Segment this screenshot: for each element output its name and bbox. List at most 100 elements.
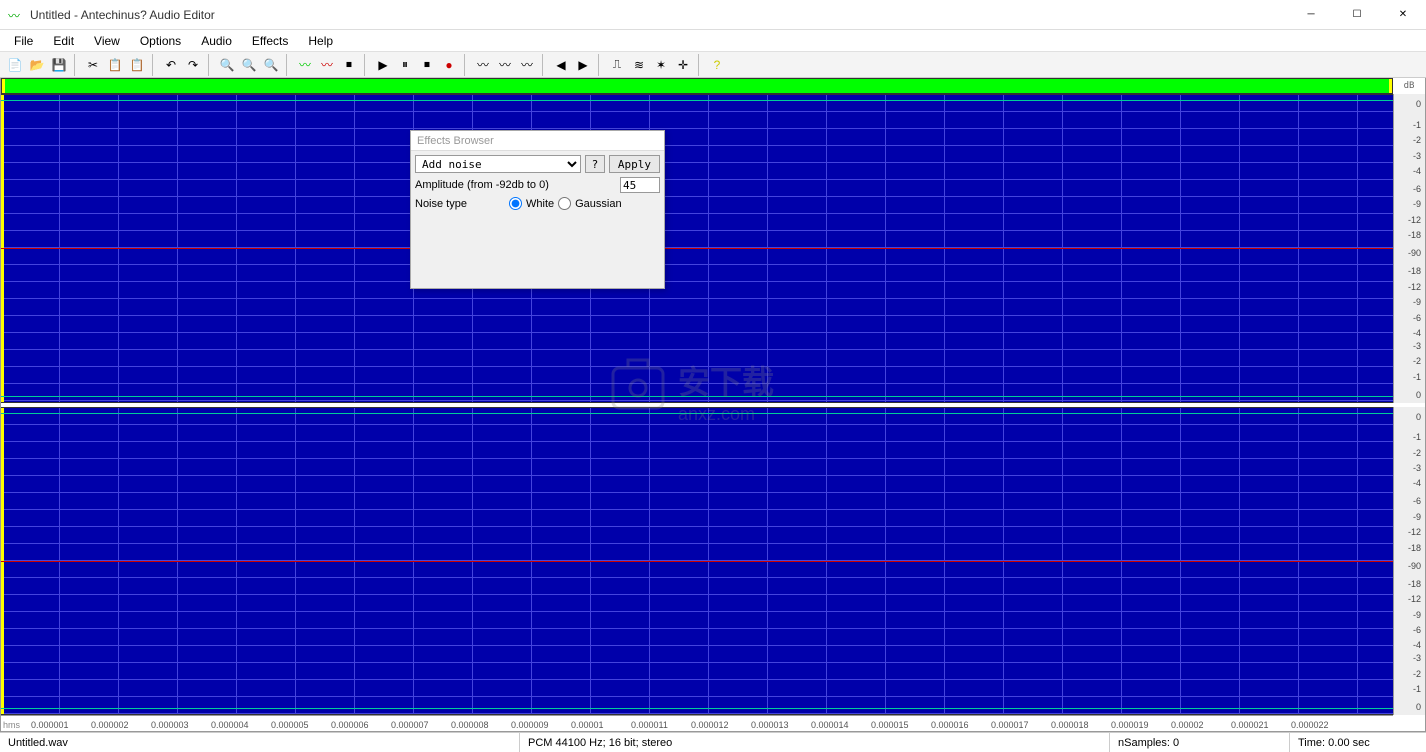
db-tick: -3 xyxy=(1413,463,1421,473)
db-tick: -18 xyxy=(1408,266,1421,276)
status-time: Time: 0.00 sec xyxy=(1290,733,1426,752)
menu-view[interactable]: View xyxy=(84,32,130,50)
fx3-icon[interactable]: 〰 xyxy=(516,54,538,76)
db-tick: -4 xyxy=(1413,478,1421,488)
db-tick: -2 xyxy=(1413,448,1421,458)
window-title: Untitled - Antechinus? Audio Editor xyxy=(30,8,1288,22)
pause-icon[interactable]: ⏸ xyxy=(394,54,416,76)
effects-dialog-body: Add noise ? Apply Amplitude (from -92db … xyxy=(411,151,664,288)
noise-gaussian-radio[interactable] xyxy=(558,197,571,210)
zoom-out-icon[interactable]: 🔍 xyxy=(238,54,260,76)
fx1-icon[interactable]: 〰 xyxy=(472,54,494,76)
time-tick: 0.000009 xyxy=(511,720,549,730)
time-tick: 0.000003 xyxy=(151,720,189,730)
db-tick: -1 xyxy=(1413,120,1421,130)
menu-file[interactable]: File xyxy=(4,32,43,50)
maximize-button[interactable]: ☐ xyxy=(1334,0,1380,29)
toolbar-separator xyxy=(598,54,604,76)
workspace: dB 0-1-2-3-4-6-9-12-18-90-18-12-9-6-4-3-… xyxy=(0,78,1426,732)
stop2-icon[interactable]: ⏹ xyxy=(338,54,360,76)
channel-right[interactable] xyxy=(1,407,1393,716)
toolbar-separator xyxy=(286,54,292,76)
zoom-fit-icon[interactable]: 🔍 xyxy=(260,54,282,76)
time-tick: 0.000014 xyxy=(811,720,849,730)
toolbar-separator xyxy=(152,54,158,76)
db-tick: -12 xyxy=(1408,215,1421,225)
status-format: PCM 44100 Hz; 16 bit; stereo xyxy=(520,733,1110,752)
close-button[interactable]: ✕ xyxy=(1380,0,1426,29)
minimize-button[interactable]: ─ xyxy=(1288,0,1334,29)
menu-help[interactable]: Help xyxy=(298,32,343,50)
db-tick: -4 xyxy=(1413,166,1421,176)
undo-icon[interactable]: ↶ xyxy=(160,54,182,76)
marker-icon[interactable]: ✛ xyxy=(672,54,694,76)
db-tick: -3 xyxy=(1413,151,1421,161)
time-axis[interactable]: hms 0.0000010.0000020.0000030.0000040.00… xyxy=(1,715,1393,731)
time-tick: 0.000005 xyxy=(271,720,309,730)
new-icon[interactable]: 📄 xyxy=(4,54,26,76)
statusbar: Untitled.wav PCM 44100 Hz; 16 bit; stere… xyxy=(0,732,1426,752)
db-tick: -1 xyxy=(1413,372,1421,382)
effect-help-button[interactable]: ? xyxy=(585,155,605,173)
db-scale: 0-1-2-3-4-6-9-12-18-90-18-12-9-6-4-3-2-1… xyxy=(1393,94,1425,715)
toolbar-separator xyxy=(208,54,214,76)
db-tick: -9 xyxy=(1413,610,1421,620)
play-icon[interactable]: ▶ xyxy=(372,54,394,76)
db-tick: -90 xyxy=(1408,561,1421,571)
stop-icon[interactable]: ⏹ xyxy=(416,54,438,76)
fade-out-icon[interactable]: ▶ xyxy=(572,54,594,76)
noise-type-label: Noise type xyxy=(415,198,505,210)
effect-select[interactable]: Add noise xyxy=(415,155,581,173)
effect-apply-button[interactable]: Apply xyxy=(609,155,660,173)
filter-icon[interactable]: ≋ xyxy=(628,54,650,76)
time-tick: 0.000022 xyxy=(1291,720,1329,730)
db-tick: -6 xyxy=(1413,496,1421,506)
effects-dialog-title[interactable]: Effects Browser xyxy=(411,131,664,151)
menu-options[interactable]: Options xyxy=(130,32,191,50)
fx2-icon[interactable]: 〰 xyxy=(494,54,516,76)
db-tick: 0 xyxy=(1416,390,1421,400)
zero-line xyxy=(1,100,1393,101)
zoom-in-icon[interactable]: 🔍 xyxy=(216,54,238,76)
time-tick: 0.000002 xyxy=(91,720,129,730)
help-icon[interactable]: ? xyxy=(706,54,728,76)
effects-browser-dialog[interactable]: Effects Browser Add noise ? Apply Amplit… xyxy=(410,130,665,289)
time-tick: 0.000013 xyxy=(751,720,789,730)
time-tick: 0.000012 xyxy=(691,720,729,730)
channel-left[interactable] xyxy=(1,94,1393,403)
copy-icon[interactable]: 📋 xyxy=(104,54,126,76)
wave-red-icon[interactable]: 〰 xyxy=(316,54,338,76)
db-tick: -3 xyxy=(1413,341,1421,351)
redo-icon[interactable]: ↷ xyxy=(182,54,204,76)
center-line xyxy=(1,561,1393,562)
db-tick: 0 xyxy=(1416,412,1421,422)
db-tick: -2 xyxy=(1413,669,1421,679)
menu-audio[interactable]: Audio xyxy=(191,32,242,50)
cut-icon[interactable]: ✂ xyxy=(82,54,104,76)
save-icon[interactable]: 💾 xyxy=(48,54,70,76)
db-tick: -18 xyxy=(1408,543,1421,553)
time-unit-label: hms xyxy=(3,720,20,730)
fade-in-icon[interactable]: ◀ xyxy=(550,54,572,76)
db-tick: -1 xyxy=(1413,432,1421,442)
db-tick: -2 xyxy=(1413,135,1421,145)
eq-icon[interactable]: ⎍ xyxy=(606,54,628,76)
open-icon[interactable]: 📂 xyxy=(26,54,48,76)
wave-green-icon[interactable]: 〰 xyxy=(294,54,316,76)
paste-icon[interactable]: 📋 xyxy=(126,54,148,76)
noise-white-radio[interactable] xyxy=(509,197,522,210)
db-tick: -90 xyxy=(1408,248,1421,258)
amplitude-input[interactable] xyxy=(620,177,660,193)
menu-edit[interactable]: Edit xyxy=(43,32,84,50)
time-tick: 0.00002 xyxy=(1171,720,1204,730)
mix-icon[interactable]: ✶ xyxy=(650,54,672,76)
db-scale-upper: 0-1-2-3-4-6-9-12-18-90-18-12-9-6-4-3-2-1… xyxy=(1393,94,1425,403)
waveform-area[interactable] xyxy=(1,94,1393,715)
record-icon[interactable]: ● xyxy=(438,54,460,76)
time-tick: 0.000004 xyxy=(211,720,249,730)
db-tick: -9 xyxy=(1413,512,1421,522)
overview-bar[interactable] xyxy=(1,78,1393,94)
menu-effects[interactable]: Effects xyxy=(242,32,298,50)
db-tick: -12 xyxy=(1408,594,1421,604)
time-tick: 0.000016 xyxy=(931,720,969,730)
